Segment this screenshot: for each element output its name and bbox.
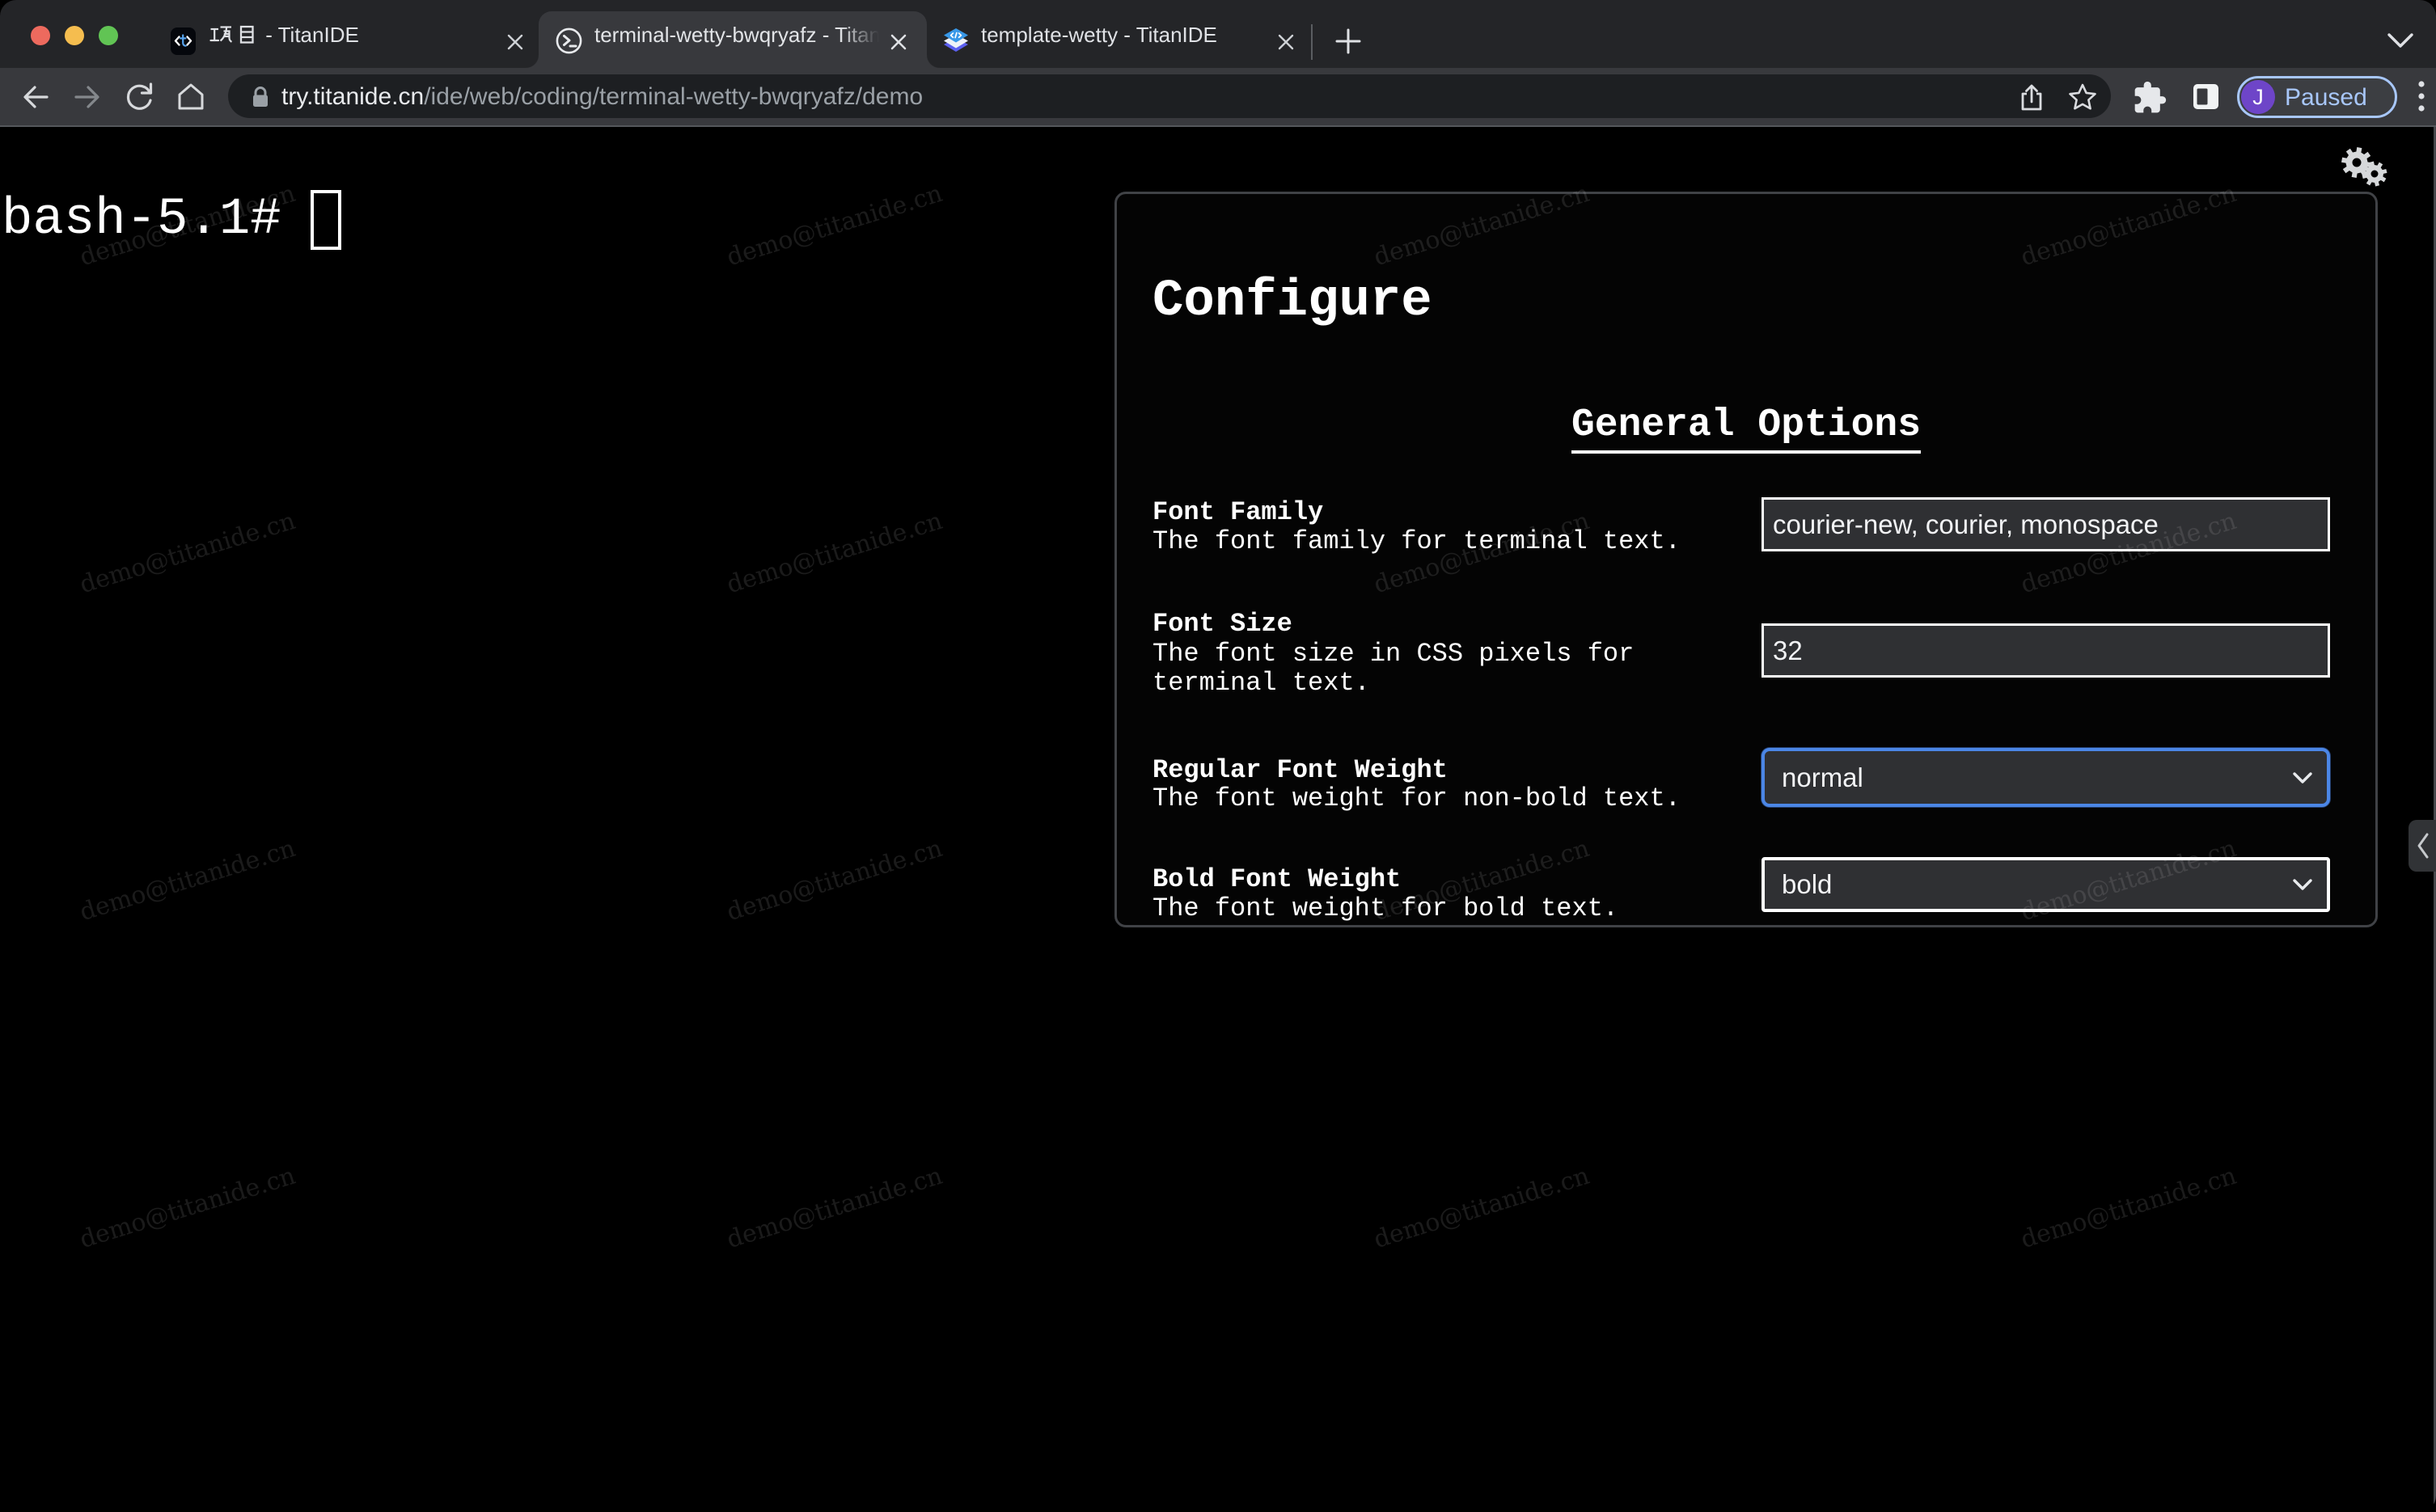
font-family-input[interactable]: courier-new, courier, monospace [1761,497,2330,551]
tab-template-wetty[interactable]: template-wetty - TitanIDE [927,0,1312,68]
back-button[interactable] [18,68,53,125]
url-text: try.titanide.cn/ide/web/coding/terminal-… [281,74,923,118]
browser-toolbar: try.titanide.cn/ide/web/coding/terminal-… [0,68,2436,127]
regular-font-weight-select[interactable]: normal [1761,748,2330,807]
tab-separator [1311,24,1313,60]
browser-window: - TitanIDE terminal-wetty-bwqryafz - Tit… [0,0,2436,1512]
avatar: J [2241,80,2275,114]
watermark-text: demo@titanide.cn [723,506,946,600]
url-path: /ide/web/coding/terminal-wetty-bwqryafz/… [424,83,924,110]
lock-icon[interactable] [249,85,272,109]
watermark-text: demo@titanide.cn [76,834,299,927]
watermark-text: demo@titanide.cn [1370,1161,1593,1255]
font-size-input[interactable]: 32 [1761,623,2330,678]
field-description-font-size: The font size in CSS pixels for terminal… [1152,639,1635,698]
profile-button[interactable]: J Paused [2237,76,2397,118]
section-heading: General Options [1117,406,2375,454]
tab-title: template-wetty - TitanIDE [981,23,1217,47]
tab-project-titanide[interactable]: - TitanIDE [154,0,539,68]
field-label-font-size: Font Size [1152,609,1292,639]
sidebar-collapse-handle[interactable] [2409,820,2436,872]
tab-title-suffix: - TitanIDE [260,23,359,47]
configure-panel: Configure General Options Font Family Th… [1114,192,2378,927]
settings-gears-icon[interactable] [2338,146,2392,191]
select-value: normal [1782,762,1863,792]
template-favicon [942,27,970,53]
home-button[interactable] [173,68,209,125]
reload-button[interactable] [121,68,157,125]
tab-close-icon[interactable] [497,24,533,60]
tab-strip: - TitanIDE terminal-wetty-bwqryafz - Tit… [0,0,2436,68]
watermark-text: demo@titanide.cn [2017,1161,2240,1255]
field-label-font-family: Font Family [1152,497,1324,527]
tab-close-icon[interactable] [881,24,916,60]
titanide-favicon [171,27,196,55]
tab-title: - TitanIDE [209,0,501,68]
terminal-favicon [556,27,582,54]
window-minimize-button[interactable] [65,26,84,45]
address-bar[interactable]: try.titanide.cn/ide/web/coding/terminal-… [228,74,2111,118]
bookmark-star-icon[interactable] [2066,80,2100,114]
watermark-text: demo@titanide.cn [723,179,946,272]
tab-search-chevron-icon[interactable] [2384,27,2417,54]
window-zoom-button[interactable] [99,26,118,45]
forward-button[interactable] [70,68,105,125]
watermark-text: demo@titanide.cn [76,1161,299,1255]
window-close-button[interactable] [31,26,50,45]
url-domain: try.titanide.cn [281,83,425,110]
terminal-cursor [311,190,341,250]
select-value: bold [1782,869,1833,899]
watermark-text: demo@titanide.cn [76,506,299,600]
tab-terminal-wetty[interactable]: terminal-wetty-bwqryafz - TitanIDE [539,0,927,68]
tab-title: terminal-wetty-bwqryafz - TitanIDE [594,23,879,47]
watermark-text: demo@titanide.cn [723,834,946,927]
field-label-regular-font-weight: Regular Font Weight [1152,755,1448,785]
tab-close-icon[interactable] [1268,24,1304,60]
field-description-regular-font-weight: The font weight for non-bold text. [1152,783,1681,813]
watermark-text: demo@titanide.cn [723,1161,946,1255]
profile-status-badge: Paused [2285,84,2367,111]
page-content: bash-5.1# Configure General Options Font… [0,127,2436,1512]
panel-title: Configure [1152,272,1432,331]
share-icon[interactable] [2015,82,2048,114]
new-tab-button[interactable] [1330,23,1366,59]
